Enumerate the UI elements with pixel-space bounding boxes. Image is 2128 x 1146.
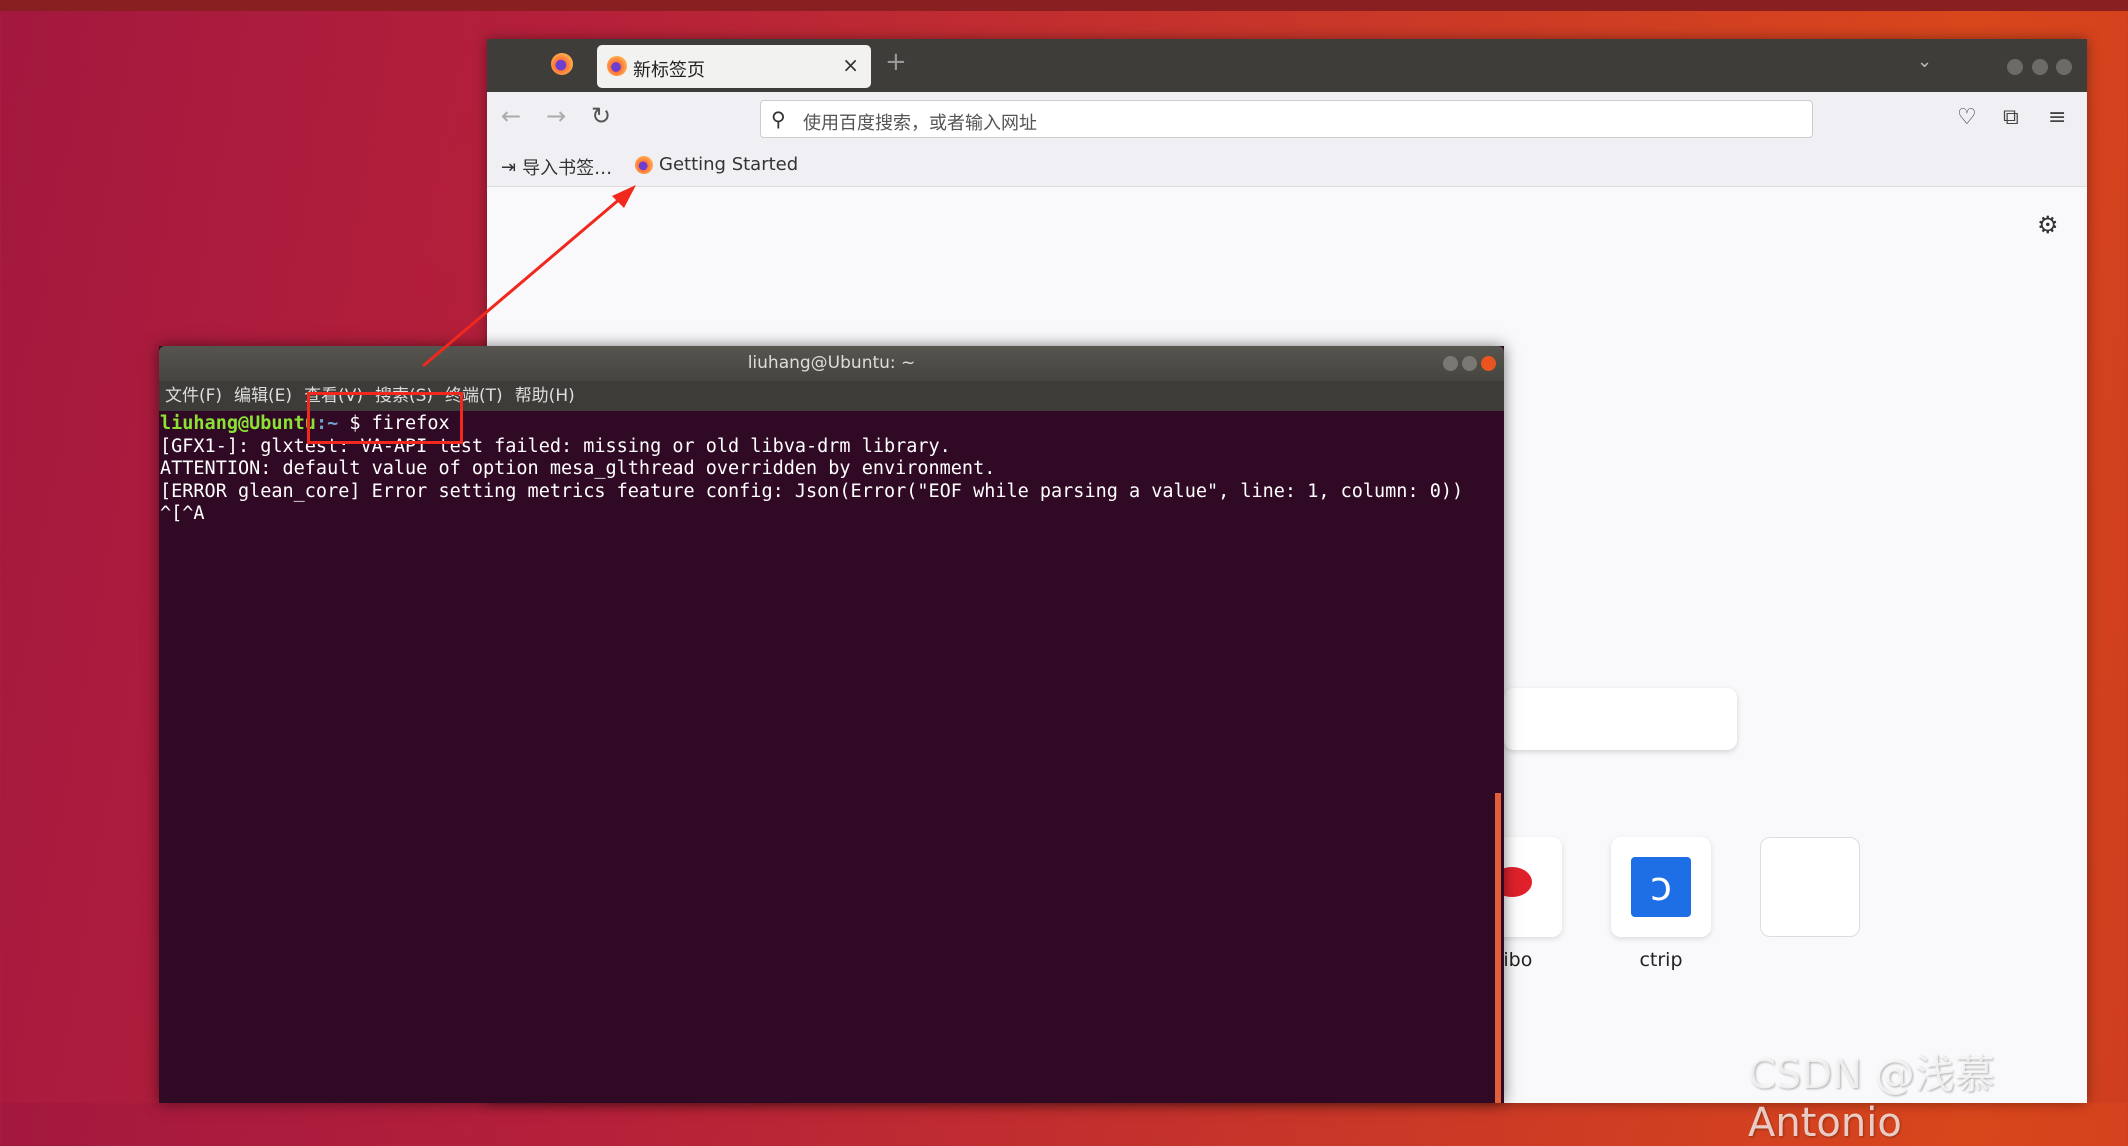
tab-title: 新标签页: [633, 60, 705, 81]
minimize-button[interactable]: [2007, 59, 2023, 75]
url-bar[interactable]: ⚲ 使用百度搜索，或者输入网址: [760, 100, 1813, 138]
bookmarks-bar: ⇥ 导入书签… Getting Started: [487, 144, 2087, 187]
menu-file[interactable]: 文件(F): [165, 386, 222, 406]
firefox-icon: [635, 155, 653, 174]
desktop-top-bar: [0, 0, 2128, 11]
list-tabs-chevron-icon[interactable]: ⌄: [1917, 51, 1932, 72]
tab-bar: 新标签页 × + ⌄: [487, 39, 2087, 92]
menu-icon[interactable]: ≡: [2048, 105, 2066, 130]
new-tab-button[interactable]: +: [885, 47, 907, 77]
output-line: ATTENTION: default value of option mesa_…: [160, 458, 996, 479]
terminal-title: liuhang@Ubuntu: ~: [159, 346, 1504, 381]
menu-help[interactable]: 帮助(H): [515, 386, 575, 406]
nav-bar: ← → ↻ ⚲ 使用百度搜索，或者输入网址 ♡ ⧉ ≡: [487, 92, 2087, 144]
forward-button[interactable]: →: [546, 102, 566, 130]
top-site-empty[interactable]: [1760, 837, 1860, 937]
resize-edge[interactable]: [1495, 793, 1501, 1103]
minimize-button[interactable]: [1443, 356, 1458, 371]
tab-new-tab[interactable]: 新标签页 ×: [597, 45, 871, 88]
reload-button[interactable]: ↻: [591, 102, 611, 130]
annotation-highlight-box: [307, 392, 463, 444]
firefox-icon: [607, 56, 627, 76]
maximize-button[interactable]: [2032, 59, 2048, 75]
firefox-icon: [551, 53, 573, 75]
maximize-button[interactable]: [1462, 356, 1477, 371]
menu-edit[interactable]: 编辑(E): [234, 386, 292, 406]
terminal-window: liuhang@Ubuntu: ~ 文件(F) 编辑(E) 查看(V) 搜索(S) 终端…: [159, 346, 1504, 1103]
url-placeholder: 使用百度搜索，或者输入网址: [803, 113, 1037, 134]
ctrip-icon: ↄ: [1631, 857, 1691, 917]
newtab-search-box[interactable]: [1504, 688, 1737, 750]
pocket-icon[interactable]: ♡: [1957, 105, 1977, 130]
bookmark-getting-started[interactable]: Getting Started: [635, 154, 798, 175]
back-button[interactable]: ←: [501, 102, 521, 130]
close-window-button[interactable]: [2056, 59, 2072, 75]
top-site-ctrip[interactable]: ↄ: [1611, 837, 1711, 937]
search-icon: ⚲: [771, 107, 786, 131]
watermark: CSDN @浅慕Antonio: [1748, 1052, 1995, 1146]
close-window-button[interactable]: [1481, 356, 1496, 371]
output-line: ^[^A: [160, 503, 205, 524]
bookmark-import[interactable]: ⇥ 导入书签…: [501, 154, 612, 180]
top-site-label: ctrip: [1639, 949, 1683, 971]
close-tab-icon[interactable]: ×: [842, 53, 859, 77]
output-line: [ERROR glean_core] Error setting metrics…: [160, 480, 1464, 502]
extensions-icon[interactable]: ⧉: [2003, 105, 2019, 130]
import-icon: ⇥: [501, 156, 517, 178]
settings-gear-icon[interactable]: ⚙: [2037, 211, 2059, 239]
